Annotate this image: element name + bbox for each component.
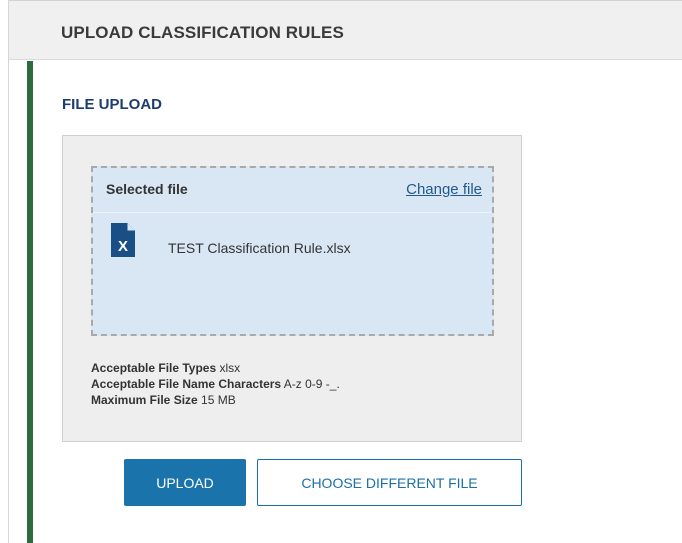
file-requirements: Acceptable File Types xlsx Acceptable Fi… [91, 360, 340, 408]
upload-panel: Selected file Change file X TEST Classif… [62, 135, 522, 442]
max-size-label: Maximum File Size [91, 393, 198, 407]
file-dropzone[interactable]: Selected file Change file X TEST Classif… [91, 166, 494, 336]
dropzone-header: Selected file Change file [93, 168, 492, 213]
choose-different-file-button[interactable]: CHOOSE DIFFERENT FILE [257, 459, 522, 506]
accent-bar [27, 61, 33, 543]
upload-button[interactable]: UPLOAD [124, 459, 246, 506]
page-title: UPLOAD CLASSIFICATION RULES [61, 23, 344, 42]
page: UPLOAD CLASSIFICATION RULES FILE UPLOAD … [0, 0, 682, 543]
excel-file-icon: X [111, 223, 135, 257]
section-title: FILE UPLOAD [62, 96, 162, 113]
max-size-value: 15 MB [201, 393, 236, 407]
max-size-row: Maximum File Size 15 MB [91, 392, 340, 408]
file-types-value: xlsx [219, 361, 241, 375]
name-chars-label: Acceptable File Name Characters [91, 377, 282, 391]
selected-file-name: TEST Classification Rule.xlsx [168, 240, 351, 256]
name-chars-row: Acceptable File Name Characters A-z 0-9 … [91, 376, 340, 392]
file-types-row: Acceptable File Types xlsx [91, 360, 340, 376]
selected-file-label: Selected file [106, 181, 188, 197]
name-chars-value: A-z 0-9 -_. [283, 377, 340, 391]
excel-file-icon-letter: X [118, 238, 128, 255]
change-file-link[interactable]: Change file [406, 181, 482, 198]
panel-header: UPLOAD CLASSIFICATION RULES [9, 0, 682, 60]
file-types-label: Acceptable File Types [91, 361, 217, 375]
left-border [8, 0, 9, 543]
